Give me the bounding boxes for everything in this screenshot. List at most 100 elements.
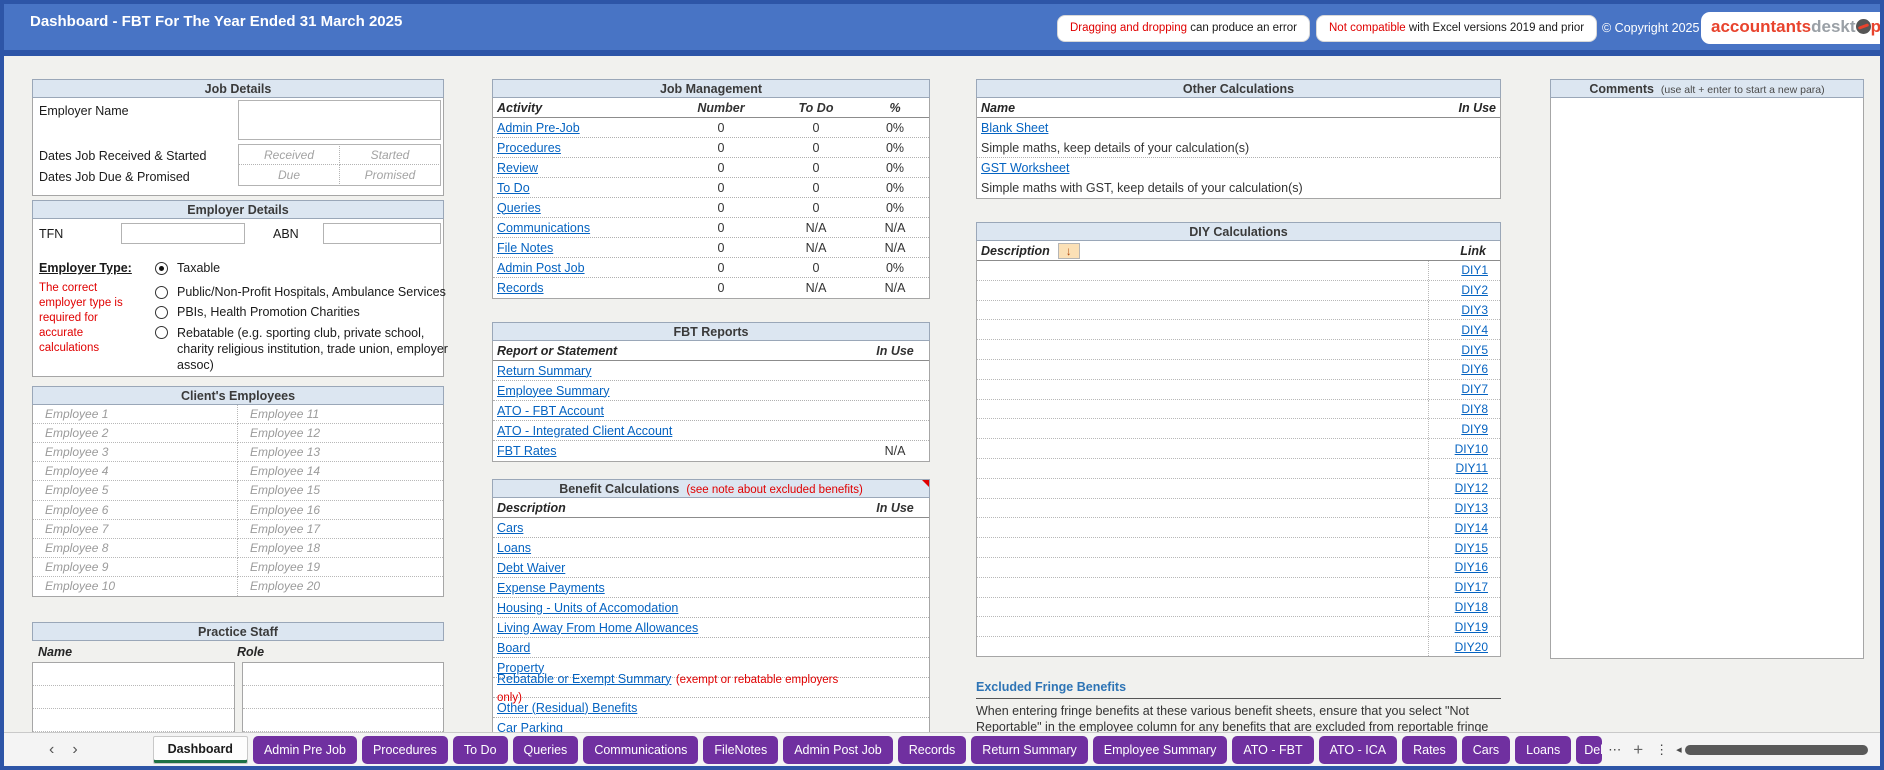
diy-link[interactable]: DIY13 — [1455, 501, 1488, 515]
employer-name-input[interactable] — [239, 101, 440, 139]
diy-description-cell[interactable] — [977, 518, 1428, 537]
benefit-link[interactable]: Housing - Units of Accomodation — [497, 601, 678, 615]
diy-description-cell[interactable] — [977, 261, 1428, 280]
report-link[interactable]: Employee Summary — [497, 384, 610, 398]
radio-public-hospitals[interactable]: Public/Non-Profit Hospitals, Ambulance S… — [155, 285, 446, 299]
scroll-left-icon[interactable]: ◂ — [1676, 743, 1682, 756]
employee-cell[interactable]: Employee 2 — [33, 424, 238, 443]
tab-communications[interactable]: Communications — [583, 736, 698, 764]
activity-link[interactable]: To Do — [497, 181, 530, 195]
tab-rates[interactable]: Rates — [1402, 736, 1457, 764]
tab-dashboard[interactable]: Dashboard — [153, 736, 248, 764]
benefit-link[interactable]: Expense Payments — [497, 581, 605, 595]
horizontal-scrollbar[interactable]: ◂ — [1676, 743, 1868, 756]
diy-link[interactable]: DIY1 — [1461, 263, 1488, 277]
benefit-link[interactable]: Other (Residual) Benefits — [497, 701, 637, 715]
tab-queries[interactable]: Queries — [513, 736, 579, 764]
report-link[interactable]: FBT Rates — [497, 444, 557, 458]
benefit-link[interactable]: Rebatable or Exempt Summary — [497, 672, 671, 686]
diy-description-cell[interactable] — [977, 479, 1428, 498]
diy-link[interactable]: DIY20 — [1455, 640, 1488, 654]
diy-link[interactable]: DIY6 — [1461, 362, 1488, 376]
employee-cell[interactable]: Employee 12 — [238, 424, 443, 443]
diy-link[interactable]: DIY18 — [1455, 600, 1488, 614]
tab-clipped[interactable]: Debt — [1576, 736, 1602, 764]
staff-row[interactable] — [243, 709, 444, 732]
staff-name-cells[interactable] — [32, 662, 235, 734]
staff-row[interactable] — [33, 686, 234, 709]
next-sheet-arrow[interactable]: › — [63, 741, 86, 759]
add-sheet-button[interactable]: + — [1627, 740, 1649, 760]
diy-description-cell[interactable] — [977, 499, 1428, 518]
diy-link[interactable]: DIY19 — [1455, 620, 1488, 634]
employee-cell[interactable]: Employee 4 — [33, 462, 238, 481]
date-due-input[interactable] — [239, 165, 339, 185]
activity-link[interactable]: Communications — [497, 221, 590, 235]
employee-cell[interactable]: Employee 11 — [238, 405, 443, 424]
employee-cell[interactable]: Employee 7 — [33, 520, 238, 539]
report-link[interactable]: ATO - Integrated Client Account — [497, 424, 672, 438]
diy-description-cell[interactable] — [977, 439, 1428, 458]
employee-cell[interactable]: Employee 5 — [33, 481, 238, 500]
diy-description-cell[interactable] — [977, 578, 1428, 597]
more-sheets-icon[interactable]: ⋯ — [1602, 742, 1627, 758]
employee-cell[interactable]: Employee 16 — [238, 501, 443, 520]
activity-link[interactable]: Records — [497, 281, 544, 295]
tab-admin-post-job[interactable]: Admin Post Job — [783, 736, 893, 764]
diy-link[interactable]: DIY12 — [1455, 481, 1488, 495]
diy-description-cell[interactable] — [977, 400, 1428, 419]
diy-description-cell[interactable] — [977, 301, 1428, 320]
diy-description-cell[interactable] — [977, 538, 1428, 557]
employee-cell[interactable]: Employee 17 — [238, 520, 443, 539]
employee-cell[interactable]: Employee 15 — [238, 481, 443, 500]
activity-link[interactable]: Admin Post Job — [497, 261, 585, 275]
tab-records[interactable]: Records — [898, 736, 967, 764]
diy-description-cell[interactable] — [977, 419, 1428, 438]
benefit-link[interactable]: Board — [497, 641, 530, 655]
diy-description-cell[interactable] — [977, 558, 1428, 577]
diy-link[interactable]: DIY10 — [1455, 442, 1488, 456]
tab-employee-summary[interactable]: Employee Summary — [1093, 736, 1228, 764]
benefit-link[interactable]: Loans — [497, 541, 531, 555]
radio-pbis[interactable]: PBIs, Health Promotion Charities — [155, 305, 360, 319]
employee-cell[interactable]: Employee 8 — [33, 539, 238, 558]
staff-row[interactable] — [243, 686, 444, 709]
blank-sheet-link[interactable]: Blank Sheet — [981, 121, 1048, 135]
employee-cell[interactable]: Employee 13 — [238, 443, 443, 462]
tab-admin-pre-job[interactable]: Admin Pre Job — [253, 736, 357, 764]
diy-description-cell[interactable] — [977, 380, 1428, 399]
employee-cell[interactable]: Employee 10 — [33, 577, 238, 596]
benefit-link[interactable]: Cars — [497, 521, 523, 535]
date-received-input[interactable] — [239, 145, 339, 164]
tab-to-do[interactable]: To Do — [453, 736, 508, 764]
tab-ato-fbt[interactable]: ATO - FBT — [1232, 736, 1313, 764]
diy-link[interactable]: DIY4 — [1461, 323, 1488, 337]
tab-return-summary[interactable]: Return Summary — [971, 736, 1087, 764]
diy-link[interactable]: DIY16 — [1455, 560, 1488, 574]
tab-procedures[interactable]: Procedures — [362, 736, 448, 764]
diy-description-cell[interactable] — [977, 598, 1428, 617]
employee-cell[interactable]: Employee 3 — [33, 443, 238, 462]
diy-description-cell[interactable] — [977, 340, 1428, 359]
diy-description-cell[interactable] — [977, 360, 1428, 379]
diy-description-cell[interactable] — [977, 459, 1428, 478]
radio-taxable[interactable]: Taxable — [155, 261, 220, 275]
diy-link[interactable]: DIY8 — [1461, 402, 1488, 416]
activity-link[interactable]: Admin Pre-Job — [497, 121, 580, 135]
tab-loans[interactable]: Loans — [1515, 736, 1571, 764]
employee-cell[interactable]: Employee 9 — [33, 558, 238, 577]
diy-description-cell[interactable] — [977, 637, 1428, 656]
comments-body[interactable] — [1550, 98, 1864, 659]
diy-link[interactable]: DIY11 — [1456, 461, 1488, 475]
employee-cell[interactable]: Employee 20 — [238, 577, 443, 596]
sort-descending-button[interactable]: ↓ — [1058, 243, 1080, 259]
diy-link[interactable]: DIY7 — [1461, 382, 1488, 396]
diy-link[interactable]: DIY5 — [1461, 343, 1488, 357]
staff-row[interactable] — [33, 663, 234, 686]
diy-link[interactable]: DIY14 — [1455, 521, 1488, 535]
employee-cell[interactable]: Employee 1 — [33, 405, 238, 424]
report-link[interactable]: ATO - FBT Account — [497, 404, 604, 418]
diy-description-cell[interactable] — [977, 320, 1428, 339]
benefit-link[interactable]: Debt Waiver — [497, 561, 565, 575]
radio-rebatable[interactable]: Rebatable (e.g. sporting club, private s… — [155, 325, 449, 373]
